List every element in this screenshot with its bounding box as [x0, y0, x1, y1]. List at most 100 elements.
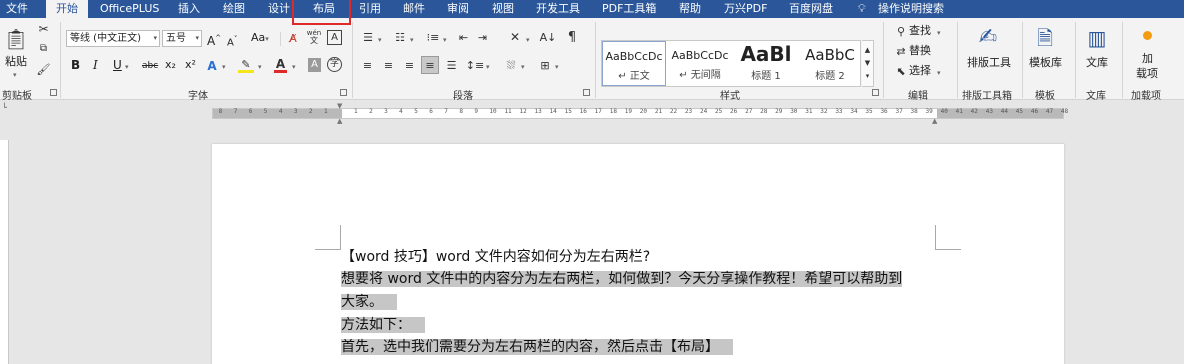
tab-file[interactable]: 文件: [6, 0, 28, 18]
tab-design[interactable]: 设计: [268, 0, 290, 18]
sort-icon[interactable]: A↓: [540, 29, 557, 45]
template-library-icon[interactable]: 🗎︎: [1033, 24, 1057, 52]
layout-tool-icon[interactable]: ✍︎: [975, 24, 1001, 52]
strikethrough-button[interactable]: abc: [142, 59, 158, 73]
highlight-dropdown-icon[interactable]: ▾: [258, 60, 262, 74]
change-case-button[interactable]: Aa▾: [251, 31, 269, 46]
multilevel-dropdown-icon[interactable]: ▾: [443, 33, 447, 47]
tab-view[interactable]: 视图: [492, 0, 514, 18]
addins-button-line1[interactable]: 加: [1142, 52, 1153, 66]
styles-launcher-icon[interactable]: [872, 89, 879, 96]
template-library-button[interactable]: 模板库: [1029, 56, 1062, 70]
line-spacing-dropdown-icon[interactable]: ▾: [486, 60, 490, 74]
font-color-dropdown-icon[interactable]: ▾: [292, 60, 296, 74]
replace-icon[interactable]: ⇄: [895, 44, 907, 58]
doc-line-selected[interactable]: 大家。: [341, 291, 397, 313]
bullets-dropdown-icon[interactable]: ▾: [378, 33, 382, 47]
font-launcher-icon[interactable]: [340, 89, 347, 96]
clear-format-icon[interactable]: A̸: [286, 30, 300, 46]
library-button[interactable]: 文库: [1086, 56, 1108, 70]
font-name-combo[interactable]: 等线 (中文正文) ▾: [66, 30, 160, 47]
character-border-icon[interactable]: A: [327, 30, 342, 45]
italic-button[interactable]: I: [93, 58, 98, 72]
addins-icon[interactable]: [1140, 28, 1154, 42]
first-line-indent-marker-icon[interactable]: ▼: [337, 103, 345, 110]
style-normal[interactable]: AaBbCcDc ↵ 正文: [602, 41, 666, 86]
align-right-icon[interactable]: ≡: [402, 58, 417, 72]
character-shading-icon[interactable]: A: [308, 58, 321, 72]
gallery-scroll-icon[interactable]: ▲ ▼ ▾: [862, 40, 874, 87]
format-painter-icon[interactable]: 🖌︎: [37, 62, 51, 76]
style-heading-2[interactable]: AaBbC 标题 2: [798, 41, 862, 86]
superscript-button[interactable]: x²: [185, 58, 196, 72]
text-effects-dropdown-icon[interactable]: ▾: [222, 60, 226, 74]
tab-pdf-toolbox[interactable]: PDF工具箱: [602, 0, 656, 18]
numbering-icon[interactable]: ☷: [392, 30, 408, 45]
justify-icon[interactable]: ≡: [421, 56, 439, 74]
chinese-layout-icon[interactable]: ✕: [506, 29, 524, 45]
chinese-layout-dropdown-icon[interactable]: ▾: [526, 33, 530, 47]
underline-button[interactable]: U: [113, 58, 122, 72]
text-effects-icon[interactable]: A: [205, 58, 219, 73]
paste-dropdown-icon[interactable]: ▾: [13, 68, 17, 82]
tab-home[interactable]: 开始: [46, 0, 88, 18]
find-dropdown-icon[interactable]: ▾: [937, 26, 941, 40]
paste-button[interactable]: 粘贴: [5, 55, 27, 69]
style-no-spacing[interactable]: AaBbCcDc ↵ 无间隔: [668, 41, 732, 86]
tab-mailings[interactable]: 邮件: [403, 0, 425, 18]
select-icon[interactable]: ⬉: [895, 64, 907, 78]
borders-dropdown-icon[interactable]: ▾: [555, 60, 559, 74]
distributed-icon[interactable]: ☰: [444, 58, 459, 72]
tab-developer[interactable]: 开发工具: [536, 0, 580, 18]
layout-tool-button[interactable]: 排版工具: [967, 56, 1011, 70]
underline-dropdown-icon[interactable]: ▾: [125, 60, 129, 74]
font-color-icon[interactable]: A: [274, 57, 287, 73]
font-size-combo[interactable]: 五号 ▾: [162, 30, 202, 47]
shrink-font-button[interactable]: A˅: [227, 32, 237, 50]
tab-baidu-netdisk[interactable]: 百度网盘: [789, 0, 833, 18]
doc-line-selected[interactable]: 方法如下：: [341, 314, 425, 336]
phonetic-guide-icon[interactable]: wén 文: [305, 27, 323, 47]
hanging-indent-marker-icon[interactable]: ▲: [337, 117, 345, 125]
addins-button-line2[interactable]: 载项: [1136, 67, 1158, 81]
tab-references[interactable]: 引用: [359, 0, 381, 18]
find-icon[interactable]: ⚲: [895, 24, 907, 38]
grow-font-button[interactable]: A^: [207, 31, 221, 48]
bullets-icon[interactable]: ☰: [360, 30, 376, 45]
decrease-indent-icon[interactable]: ⇤: [456, 30, 471, 45]
select-button[interactable]: 选择: [909, 64, 931, 78]
select-dropdown-icon[interactable]: ▾: [937, 66, 941, 80]
vertical-ruler[interactable]: [0, 140, 9, 364]
line-spacing-icon[interactable]: ↕≡: [466, 57, 484, 73]
library-icon[interactable]: ▥: [1085, 24, 1109, 52]
highlight-color-icon[interactable]: ✎: [238, 58, 254, 73]
document-page[interactable]: 【word 技巧】word 文件内容如何分为左右两栏? 想要将 word 文件中…: [212, 144, 1064, 364]
tab-draw[interactable]: 绘图: [223, 0, 245, 18]
doc-line-selected[interactable]: 首先，选中我们需要分为左右两栏的内容，然后点击【布局】: [341, 336, 733, 358]
tab-help[interactable]: 帮助: [679, 0, 701, 18]
right-indent-marker-icon[interactable]: ▲: [932, 117, 940, 125]
paragraph-launcher-icon[interactable]: [583, 89, 590, 96]
tab-selector-icon[interactable]: └: [0, 103, 9, 119]
align-center-icon[interactable]: ≡: [381, 58, 396, 72]
doc-line-selected[interactable]: 想要将 word 文件中的内容分为左右两栏，如何做到？今天分享操作教程！希望可以…: [341, 268, 903, 290]
multilevel-list-icon[interactable]: ⁝≡: [425, 30, 441, 45]
tab-insert[interactable]: 插入: [178, 0, 200, 18]
shading-icon[interactable]: ⛆: [503, 57, 519, 73]
enclose-characters-icon[interactable]: 字: [327, 57, 342, 72]
horizontal-ruler[interactable]: 8 7 6 5 4 3 2 1 1 2 3 4 5 6 7 8 9 10 11 12 13 14 15 16 17 18 19 20 2…: [0, 101, 1184, 128]
increase-indent-icon[interactable]: ⇥: [475, 30, 490, 45]
tell-me-search[interactable]: 操作说明搜索: [878, 0, 944, 18]
find-button[interactable]: 查找: [909, 24, 931, 38]
clipboard-launcher-icon[interactable]: [50, 89, 57, 96]
tab-officeplus[interactable]: OfficePLUS: [100, 0, 159, 18]
tab-review[interactable]: 审阅: [447, 0, 469, 18]
copy-icon[interactable]: ⧉: [37, 42, 50, 56]
paste-icon[interactable]: 📋︎: [3, 26, 28, 52]
subscript-button[interactable]: x₂: [165, 58, 176, 72]
tab-wondershare-pdf[interactable]: 万兴PDF: [724, 0, 767, 18]
shading-dropdown-icon[interactable]: ▾: [521, 60, 525, 74]
show-formatting-marks-icon[interactable]: ¶: [564, 29, 580, 45]
numbering-dropdown-icon[interactable]: ▾: [410, 33, 414, 47]
align-left-icon[interactable]: ≡: [360, 58, 375, 72]
